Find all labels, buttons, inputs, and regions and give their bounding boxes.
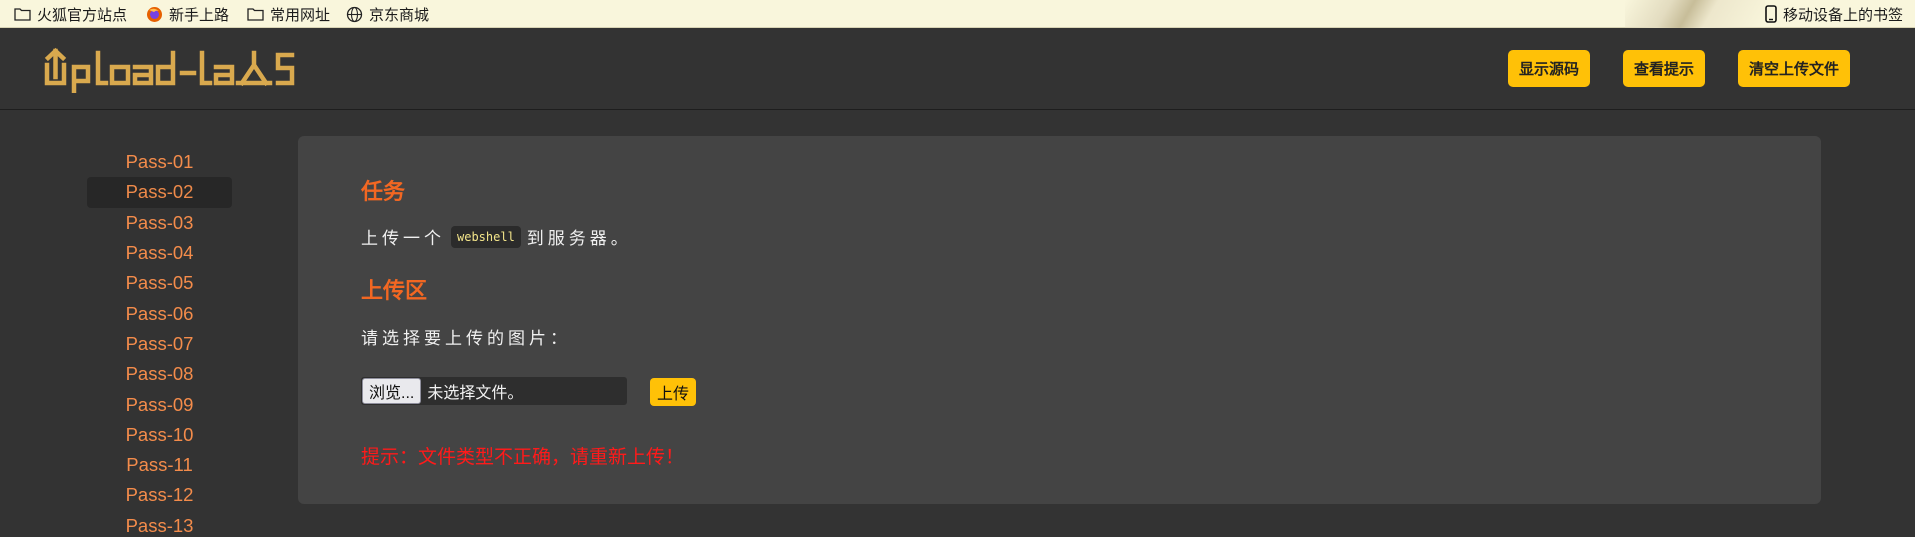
sidebar-item-pass-03[interactable]: Pass-03 (87, 208, 232, 238)
upload-labs-logo (44, 47, 295, 94)
sidebar-item-pass-06[interactable]: Pass-06 (87, 298, 232, 328)
upload-heading: 上传区 (361, 278, 428, 303)
bookmark-label: 常用网址 (270, 6, 331, 24)
firefox-icon (147, 6, 162, 22)
bookmark-label: 移动设备上的书签 (1782, 6, 1903, 24)
upload-button[interactable]: 上传 (650, 378, 697, 406)
bookmark-jd-mall[interactable]: 京东商城 (346, 0, 429, 28)
show-source-button[interactable]: 显示源码 (1508, 50, 1591, 87)
bookmark-mobile[interactable]: 移动设备上的书签 (1765, 0, 1903, 28)
task-prefix: 上传一个 (361, 229, 445, 248)
sidebar-item-pass-01[interactable]: Pass-01 (87, 147, 232, 177)
logo[interactable] (44, 47, 334, 98)
task-description: 上传一个 webshell 到服务器。 (361, 224, 632, 249)
sidebar-item-pass-13[interactable]: Pass-13 (87, 511, 232, 537)
mobile-icon (1765, 5, 1777, 23)
site-header: 显示源码 查看提示 清空上传文件 (0, 29, 1915, 110)
folder-icon (247, 8, 264, 21)
sidebar-nav: Pass-01 Pass-02 Pass-03 Pass-04 Pass-05 … (87, 147, 232, 537)
webshell-code: webshell (451, 225, 521, 248)
toolbar-theme-decoration (1625, 0, 1765, 28)
file-input[interactable]: 浏览... 未选择文件。 (361, 377, 627, 405)
main-panel: 任务 上传一个 webshell 到服务器。 上传区 请选择要上传的图片： 浏览… (298, 136, 1821, 504)
sidebar-item-pass-02[interactable]: Pass-02 (87, 177, 232, 208)
choose-image-label: 请选择要上传的图片： (361, 329, 571, 348)
task-heading: 任务 (361, 179, 406, 204)
sidebar-item-pass-10[interactable]: Pass-10 (87, 420, 232, 450)
sidebar-item-pass-07[interactable]: Pass-07 (87, 329, 232, 359)
bookmark-getting-started[interactable]: 新手上路 (146, 0, 229, 28)
bookmarks-toolbar: 火狐官方站点 新手上路 常用网址 京东商城 移动设备上的书签 (0, 0, 1915, 28)
task-suffix: 到服务器。 (526, 229, 632, 248)
bookmark-label: 京东商城 (369, 6, 430, 24)
bookmark-label: 火狐官方站点 (37, 6, 128, 24)
file-status: 未选择文件。 (427, 385, 524, 402)
sidebar-item-pass-04[interactable]: Pass-04 (87, 238, 232, 268)
browse-button[interactable]: 浏览... (362, 378, 422, 404)
sidebar-item-pass-05[interactable]: Pass-05 (87, 268, 232, 298)
sidebar-item-pass-11[interactable]: Pass-11 (87, 450, 232, 480)
folder-icon (14, 8, 31, 21)
bookmark-huohu-official[interactable]: 火狐官方站点 (14, 0, 127, 28)
show-hint-button[interactable]: 查看提示 (1623, 50, 1706, 87)
globe-icon (346, 6, 363, 22)
bookmark-label: 新手上路 (169, 6, 230, 24)
clear-uploads-button[interactable]: 清空上传文件 (1738, 50, 1851, 87)
sidebar-item-pass-08[interactable]: Pass-08 (87, 359, 232, 389)
bookmark-common-sites[interactable]: 常用网址 (247, 0, 330, 28)
sidebar-item-pass-09[interactable]: Pass-09 (87, 389, 232, 419)
error-message: 提示：文件类型不正确，请重新上传！ (361, 447, 685, 468)
sidebar-item-pass-12[interactable]: Pass-12 (87, 480, 232, 510)
